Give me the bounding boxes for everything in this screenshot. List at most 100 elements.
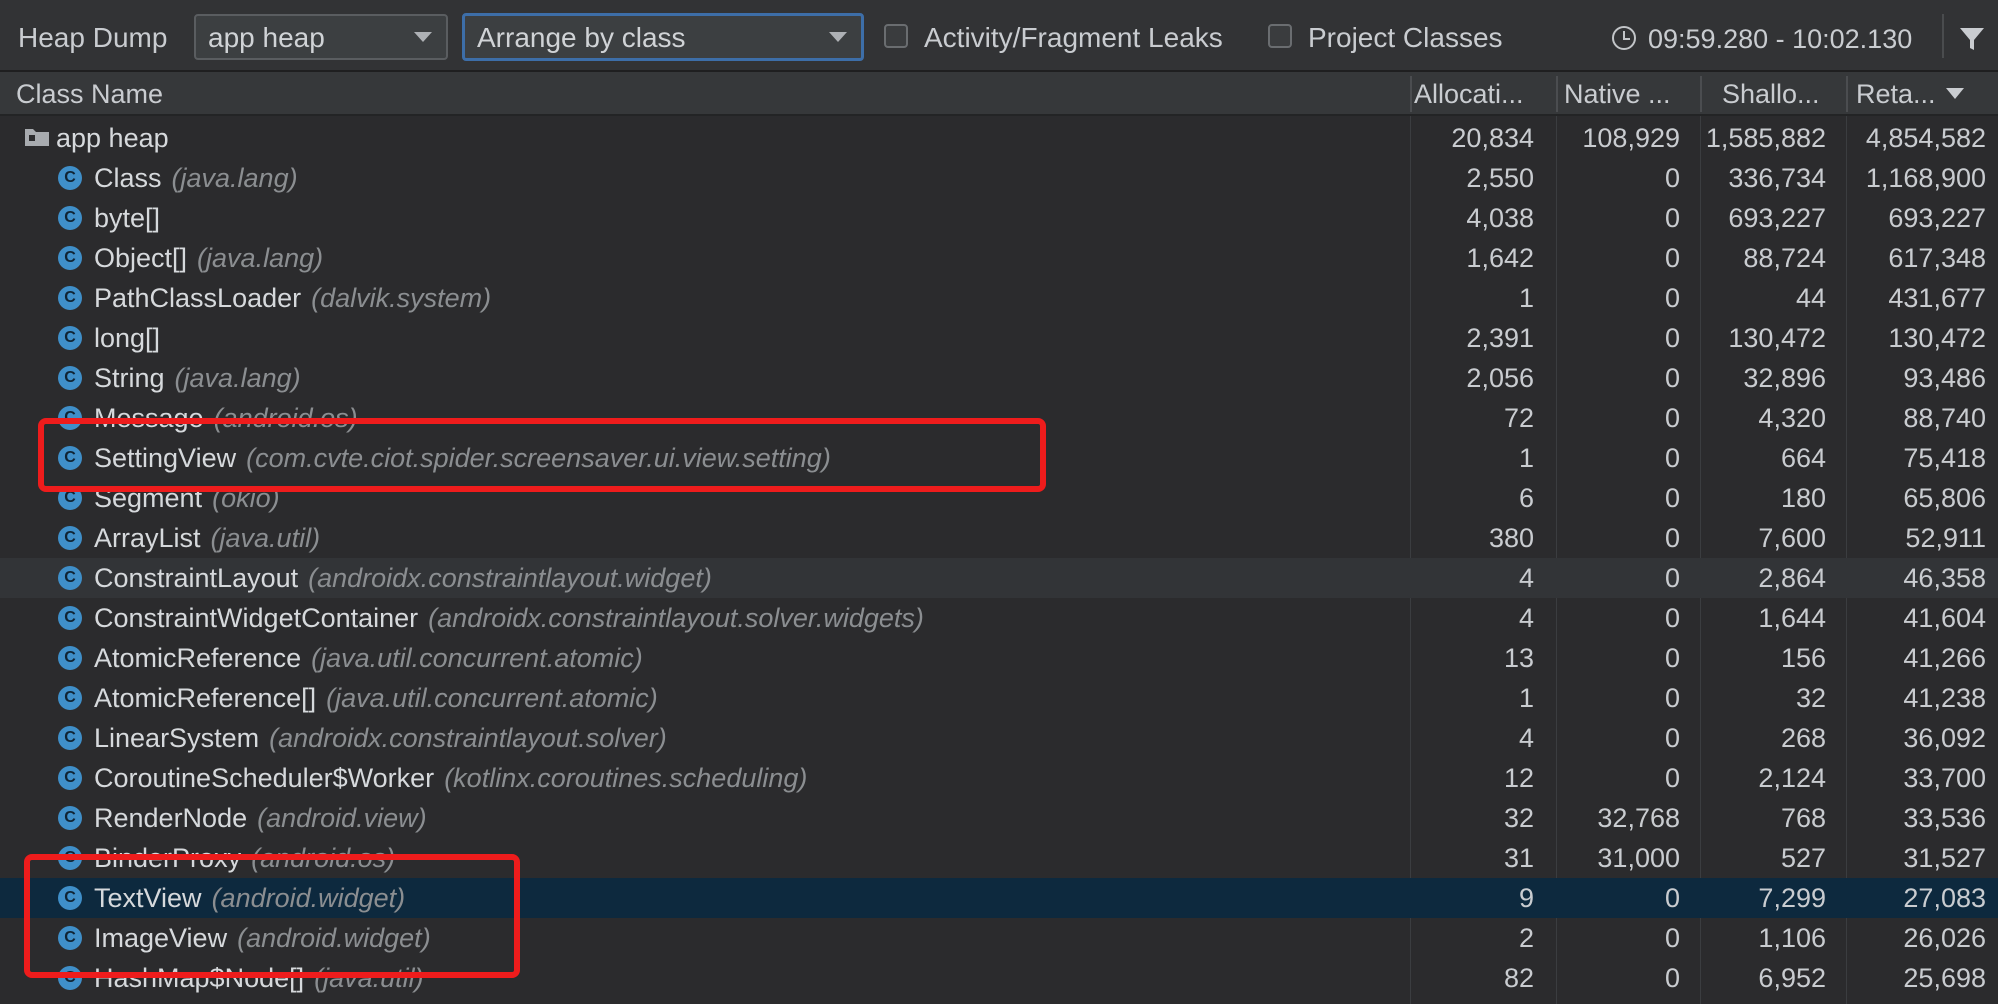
table-row[interactable]: C ConstraintWidgetContainer (androidx.cons… bbox=[0, 598, 1998, 638]
shallow-size-cell: 32 bbox=[1795, 683, 1826, 713]
class-name-cell: byte[] bbox=[94, 198, 160, 238]
native-size-cell: 31,000 bbox=[1597, 843, 1680, 873]
class-name-cell: RenderNode (android.view) bbox=[94, 798, 427, 838]
filter-icon[interactable] bbox=[1956, 22, 1988, 54]
table-header: Class Name Allocati... Native ... Shallo… bbox=[0, 72, 1998, 116]
retained-size-cell: 88,740 bbox=[1903, 403, 1986, 433]
table-row[interactable]: Cbyte[] 4,038 0 693,227 693,227 bbox=[0, 198, 1998, 238]
allocations-cell: 13 bbox=[1503, 643, 1534, 673]
retained-size-cell: 27,083 bbox=[1903, 883, 1986, 913]
column-allocations[interactable]: Allocati... bbox=[1414, 72, 1554, 116]
retained-size-cell: 36,092 bbox=[1903, 723, 1986, 753]
table-row[interactable]: C PathClassLoader (dalvik.system) 1 0 44 431,6… bbox=[0, 278, 1998, 318]
package-name: (java.lang) bbox=[197, 243, 324, 273]
native-size-cell: 0 bbox=[1664, 443, 1680, 473]
package-name: (kotlinx.coroutines.scheduling) bbox=[444, 763, 808, 793]
arrange-select-value: Arrange by class bbox=[477, 22, 686, 53]
table-row[interactable]: C String (java.lang) 2,056 0 32,896 93,486 bbox=[0, 358, 1998, 398]
table-row[interactable]: C AtomicReference (java.util.concurrent.at… bbox=[0, 638, 1998, 678]
time-range: 09:59.280 - 10:02.130 bbox=[1648, 24, 1913, 54]
class-icon: C bbox=[58, 646, 82, 670]
sort-descending-icon[interactable] bbox=[1946, 88, 1964, 99]
shallow-size-cell: 1,585,882 bbox=[1705, 123, 1826, 153]
allocations-cell: 1,642 bbox=[1466, 243, 1534, 273]
project-classes-checkbox-box[interactable] bbox=[1268, 24, 1292, 48]
table-row[interactable]: C CoroutineScheduler$Worker (kotlinx.corou… bbox=[0, 758, 1998, 798]
table-row[interactable]: C Class (java.lang) 2,550 0 336,734 1,168,900 bbox=[0, 158, 1998, 198]
class-name: Object[] bbox=[94, 243, 188, 273]
allocations-cell: 9 bbox=[1518, 883, 1534, 913]
allocations-cell: 2 bbox=[1518, 923, 1534, 953]
chevron-down-icon bbox=[829, 32, 847, 42]
table-row[interactable]: C ArrayList (java.util) 380 0 7,600 52,911 bbox=[0, 518, 1998, 558]
column-divider[interactable] bbox=[1700, 76, 1702, 112]
allocations-cell: 12 bbox=[1503, 763, 1534, 793]
class-icon: C bbox=[58, 766, 82, 790]
retained-size-cell: 693,227 bbox=[1888, 203, 1986, 233]
native-size-cell: 0 bbox=[1664, 883, 1680, 913]
retained-size-cell: 1,168,900 bbox=[1865, 163, 1986, 193]
column-shallow-size[interactable]: Shallo... bbox=[1722, 72, 1844, 116]
retained-size-cell: 617,348 bbox=[1888, 243, 1986, 273]
shallow-size-cell: 2,864 bbox=[1758, 563, 1826, 593]
class-icon: C bbox=[58, 526, 82, 550]
class-name: byte[] bbox=[94, 203, 161, 233]
column-native-size[interactable]: Native ... bbox=[1564, 72, 1696, 116]
class-name: ConstraintWidgetContainer bbox=[94, 603, 419, 633]
retained-size-cell: 130,472 bbox=[1888, 323, 1986, 353]
retained-size-cell: 431,677 bbox=[1888, 283, 1986, 313]
retained-size-cell: 41,238 bbox=[1903, 683, 1986, 713]
allocations-cell: 2,391 bbox=[1466, 323, 1534, 353]
retained-size-cell: 41,266 bbox=[1903, 643, 1986, 673]
native-size-cell: 0 bbox=[1664, 403, 1680, 433]
column-divider[interactable] bbox=[1846, 76, 1848, 112]
shallow-size-cell: 44 bbox=[1795, 283, 1826, 313]
shallow-size-cell: 156 bbox=[1780, 643, 1826, 673]
allocations-cell: 32 bbox=[1503, 803, 1534, 833]
table-row[interactable]: C AtomicReference[] (java.util.concurrent.… bbox=[0, 678, 1998, 718]
native-size-cell: 0 bbox=[1664, 683, 1680, 713]
class-name: RenderNode bbox=[94, 803, 248, 833]
allocations-cell: 6 bbox=[1518, 483, 1534, 513]
heap-select[interactable]: app heap bbox=[194, 14, 448, 60]
class-name-cell: ConstraintWidgetContainer (androidx.const… bbox=[94, 598, 924, 638]
allocations-cell: 20,834 bbox=[1451, 123, 1534, 153]
arrange-select[interactable]: Arrange by class bbox=[462, 13, 864, 61]
table-row[interactable]: C Object[] (java.lang) 1,642 0 88,724 617,348 bbox=[0, 238, 1998, 278]
allocations-cell: 4 bbox=[1518, 723, 1534, 753]
column-class-name[interactable]: Class Name bbox=[16, 72, 1396, 116]
retained-size-cell: 46,358 bbox=[1903, 563, 1986, 593]
clock-icon bbox=[1612, 26, 1636, 50]
shallow-size-cell: 180 bbox=[1780, 483, 1826, 513]
class-name-cell: Object[] (java.lang) bbox=[94, 238, 323, 278]
shallow-size-cell: 693,227 bbox=[1728, 203, 1826, 233]
column-divider[interactable] bbox=[1556, 76, 1558, 112]
allocations-cell: 4 bbox=[1518, 603, 1534, 633]
folder-icon bbox=[25, 129, 49, 146]
table-row[interactable]: C LinearSystem (androidx.constraintlayout.… bbox=[0, 718, 1998, 758]
class-icon: C bbox=[58, 686, 82, 710]
class-icon: C bbox=[58, 566, 82, 590]
table-row[interactable]: C ConstraintLayout (androidx.constraintlay… bbox=[0, 558, 1998, 598]
retained-size-cell: 33,700 bbox=[1903, 763, 1986, 793]
shallow-size-cell: 768 bbox=[1780, 803, 1826, 833]
leaks-checkbox-label: Activity/Fragment Leaks bbox=[924, 22, 1223, 53]
package-name: (java.util.concurrent.atomic) bbox=[326, 683, 658, 713]
native-size-cell: 0 bbox=[1664, 323, 1680, 353]
column-retained-size[interactable]: Reta... bbox=[1856, 72, 1946, 116]
class-icon: C bbox=[58, 206, 82, 230]
root-row-app-heap[interactable]: app heap 20,834 108,929 1,585,882 4,854,582 bbox=[0, 118, 1998, 158]
leaks-checkbox-box[interactable] bbox=[884, 24, 908, 48]
allocations-cell: 4,038 bbox=[1466, 203, 1534, 233]
package-name: (java.lang) bbox=[174, 363, 301, 393]
class-name: AtomicReference[] bbox=[94, 683, 317, 713]
class-icon: C bbox=[58, 166, 82, 190]
retained-size-cell: 33,536 bbox=[1903, 803, 1986, 833]
retained-size-cell: 4,854,582 bbox=[1865, 123, 1986, 153]
retained-size-cell: 41,604 bbox=[1903, 603, 1986, 633]
table-row[interactable]: C RenderNode (android.view) 32 32,768 768 33,5… bbox=[0, 798, 1998, 838]
native-size-cell: 0 bbox=[1664, 163, 1680, 193]
column-divider[interactable] bbox=[1410, 76, 1412, 112]
class-name: CoroutineScheduler$Worker bbox=[94, 763, 435, 793]
table-row[interactable]: Clong[] 2,391 0 130,472 130,472 bbox=[0, 318, 1998, 358]
